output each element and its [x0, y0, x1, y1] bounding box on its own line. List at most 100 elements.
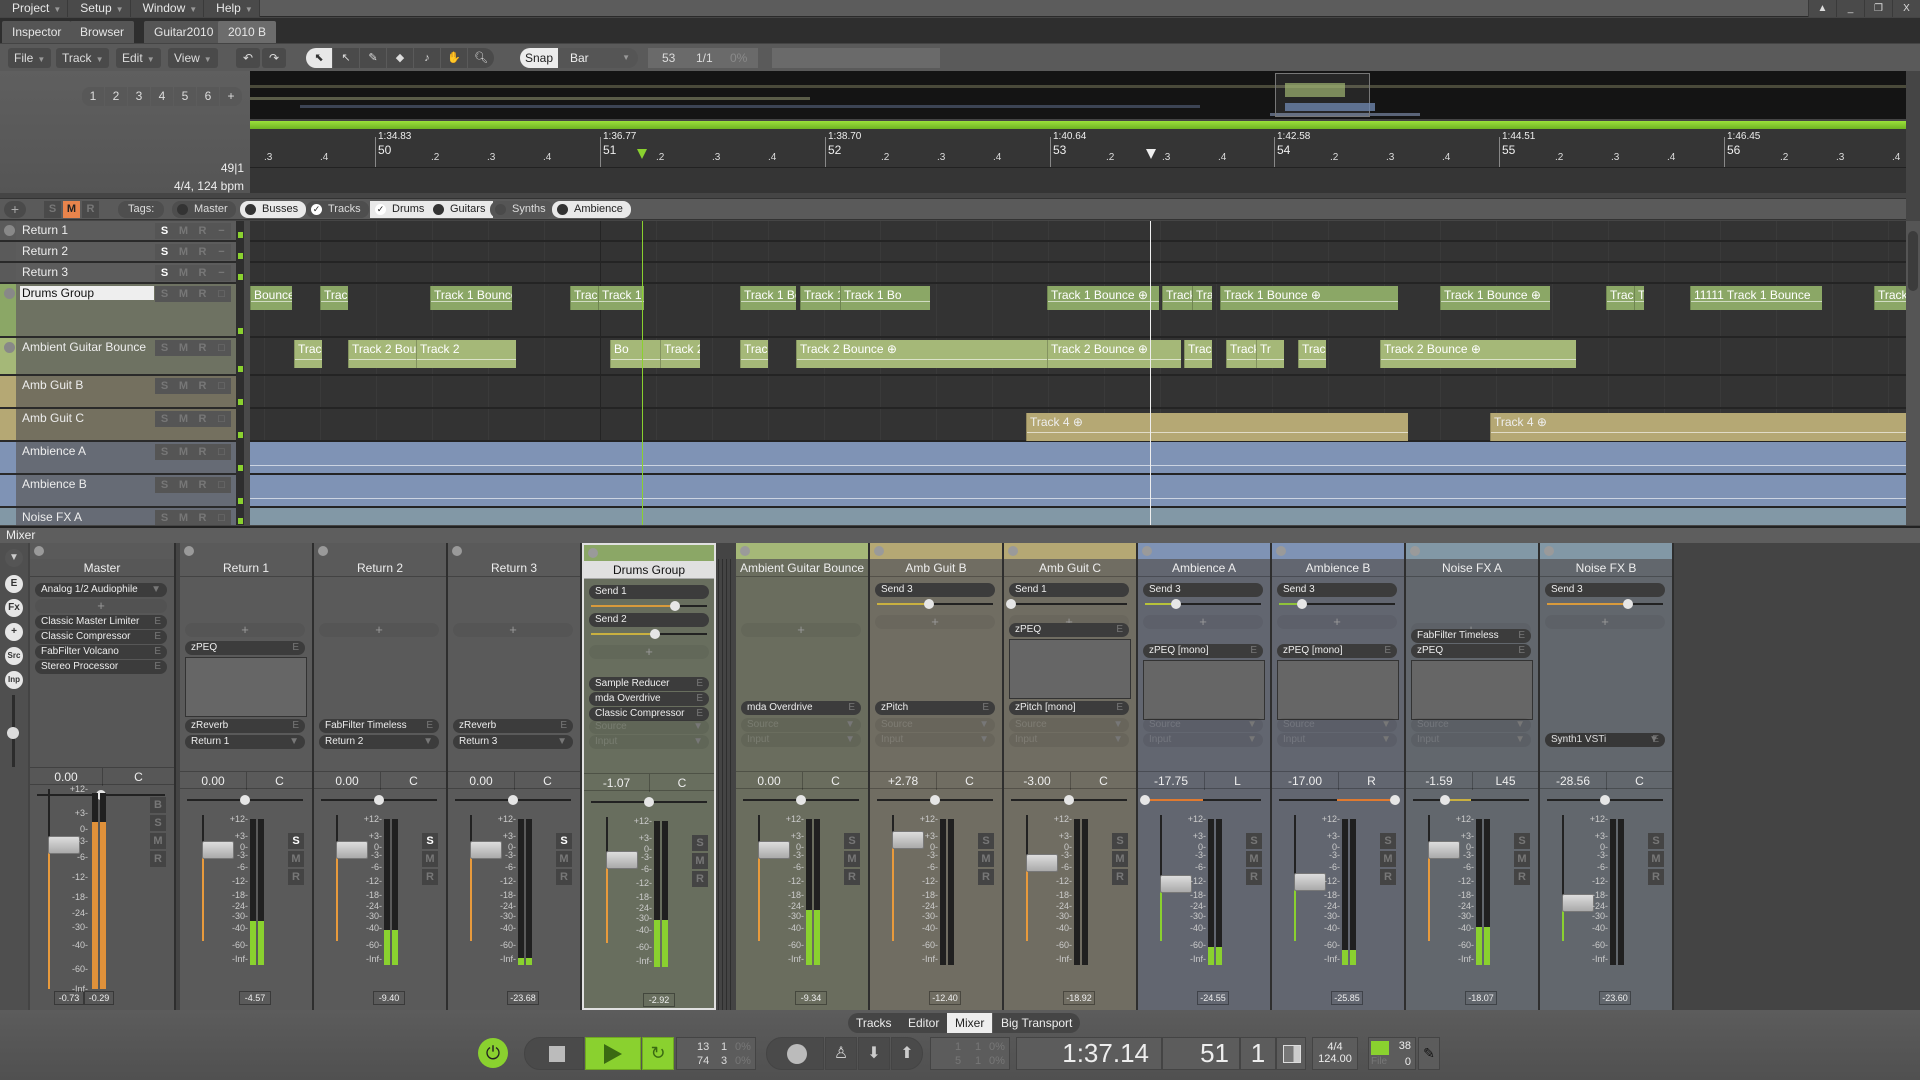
marker-1-button[interactable]: 1	[82, 87, 104, 106]
range-tool-button[interactable]: ↖	[333, 48, 359, 68]
play-button[interactable]	[585, 1037, 641, 1070]
send-knob[interactable]	[1623, 599, 1634, 609]
return-route-select[interactable]: Return 1 ▼	[185, 735, 305, 749]
track-mute-button[interactable]: M	[174, 411, 193, 427]
peak-readout[interactable]: -9.34	[795, 991, 827, 1005]
strip-solo-button[interactable]: S	[844, 833, 860, 849]
tag-synths[interactable]: Synths	[490, 201, 554, 218]
input-select[interactable]: Input ▼	[589, 735, 709, 749]
pan-value[interactable]: C	[802, 772, 868, 790]
track-mute-button[interactable]: M	[174, 265, 193, 281]
volume-value[interactable]: -3.00	[1004, 772, 1070, 790]
source-select[interactable]: Source ▼	[875, 718, 995, 732]
volume-value[interactable]: 0.00	[448, 772, 514, 790]
input-select[interactable]: Input ▼	[875, 733, 995, 747]
audio-clip[interactable]: Track 4 ⊕	[1490, 413, 1906, 441]
track-row[interactable]: Amb Guit C S M R □	[0, 409, 236, 442]
send-knob[interactable]	[1006, 599, 1016, 609]
add-insert-button[interactable]: +	[1545, 615, 1665, 629]
strip-record-button[interactable]: R	[692, 871, 708, 887]
peak-readout[interactable]: -18.07	[1465, 991, 1497, 1005]
hand-tool-button[interactable]: ✋	[441, 48, 467, 68]
edit-insert-button[interactable]: E	[1518, 644, 1525, 658]
insert-slot[interactable]: zPEQ [mono] E	[1143, 644, 1263, 658]
insert-slot[interactable]: Stereo Processor E	[35, 660, 167, 674]
global-record-button[interactable]: R	[82, 201, 99, 218]
strip-name[interactable]: Master	[30, 559, 174, 577]
volume-fader-track[interactable]	[758, 815, 760, 941]
horizontal-zoom-slider[interactable]	[772, 48, 940, 68]
track-mute-button[interactable]: M	[174, 340, 193, 356]
add-insert-button[interactable]: +	[185, 623, 305, 637]
edit-insert-button[interactable]: E	[292, 719, 299, 733]
source-select[interactable]: Source ▼	[1411, 718, 1531, 732]
audio-clip[interactable]: Bo	[610, 340, 660, 368]
global-solo-button[interactable]: S	[44, 201, 61, 218]
pan-value[interactable]: L	[1204, 772, 1270, 790]
strip-power-toggle[interactable]	[588, 548, 598, 558]
arrangement-view[interactable]: Bounce Track Track 1 Bounce Track Track 1 Bo…	[250, 221, 1906, 525]
audio-clip[interactable]: Track 1 Bo	[840, 286, 930, 310]
input-select[interactable]: Input ▼	[1545, 733, 1665, 747]
strip-record-button[interactable]: R	[1246, 869, 1262, 885]
audio-clip[interactable]: Track	[570, 286, 598, 310]
tab-project-guitar2010[interactable]: Guitar2010	[144, 21, 224, 43]
send-slot[interactable]: Send 3	[1545, 583, 1665, 597]
tag-ambience[interactable]: Ambience	[552, 201, 631, 218]
strip-record-button[interactable]: R	[1380, 869, 1396, 885]
show-input-button[interactable]: Inp	[5, 671, 23, 689]
insert-slot[interactable]: zReverb E	[453, 719, 573, 733]
metronome-button[interactable]: ♙	[825, 1037, 857, 1070]
send-level-slider[interactable]	[1279, 599, 1395, 609]
track-lane[interactable]	[250, 263, 1906, 284]
tab-inspector[interactable]: Inspector	[2, 21, 72, 43]
pan-slider[interactable]	[1011, 795, 1127, 805]
strip-name[interactable]: Ambient Guitar Bounce	[736, 559, 868, 577]
tag-drums[interactable]: ✓ Drums	[370, 201, 433, 218]
track-expand-button[interactable]: □	[212, 286, 231, 302]
strip-record-button[interactable]: R	[1112, 869, 1128, 885]
loop-range-bar[interactable]	[250, 121, 1906, 129]
audio-clip[interactable]: Track 1 Bounce ⊕	[1047, 286, 1159, 310]
peak-readout-left[interactable]: -0.73	[54, 991, 84, 1005]
track-record-button[interactable]: R	[193, 510, 212, 525]
eraser-tool-button[interactable]: ◆	[387, 48, 413, 68]
eq-curve-display[interactable]	[1277, 660, 1399, 720]
insert-slot[interactable]: FabFilter Timeless E	[1411, 629, 1531, 643]
peak-readout[interactable]: -18.92	[1063, 991, 1095, 1005]
view-tab-big-transport[interactable]: Big Transport	[993, 1013, 1081, 1033]
strip-power-toggle[interactable]	[318, 546, 328, 556]
pan-value[interactable]: C	[380, 772, 446, 790]
insert-slot[interactable]: mda Overdrive E	[589, 692, 709, 706]
audio-clip[interactable]: Track	[740, 340, 768, 368]
audio-clip[interactable]: Track	[1192, 286, 1212, 310]
pan-slider[interactable]	[743, 795, 859, 805]
track-menu-button[interactable]: Track ▼	[56, 48, 110, 68]
pan-value[interactable]: C	[102, 768, 174, 786]
audio-clip[interactable]: Track 2	[1184, 340, 1212, 368]
track-solo-button[interactable]: S	[155, 340, 174, 356]
global-mute-button[interactable]: M	[63, 201, 80, 218]
track-name[interactable]: Return 1	[22, 223, 68, 237]
volume-fader-track[interactable]	[336, 815, 338, 941]
tempo-display[interactable]: 4/4 124.00	[1312, 1037, 1358, 1070]
add-insert-button[interactable]: +	[1143, 615, 1263, 629]
track-monitor-toggle[interactable]	[4, 342, 15, 353]
strip-name[interactable]: Return 1	[180, 559, 312, 577]
track-row[interactable]: Return 1 S M R −	[0, 221, 236, 242]
pan-slider[interactable]	[591, 797, 707, 807]
track-row[interactable]: Noise FX A S M R □	[0, 508, 236, 525]
show-editors-button[interactable]: E	[5, 575, 23, 593]
edit-insert-button[interactable]: E	[426, 719, 433, 733]
peak-readout[interactable]: -23.60	[1599, 991, 1631, 1005]
audio-clip[interactable]: Tr	[1634, 286, 1644, 310]
track-solo-button[interactable]: S	[155, 265, 174, 281]
peak-readout[interactable]: -9.40	[373, 991, 405, 1005]
input-select[interactable]: Input ▼	[1277, 733, 1397, 747]
send-slot[interactable]: Send 3	[1143, 583, 1263, 597]
edit-insert-button[interactable]: E	[1250, 644, 1257, 658]
send-level-slider[interactable]	[591, 601, 707, 611]
source-select[interactable]: Source ▼	[741, 718, 861, 732]
edit-insert-button[interactable]: E	[154, 615, 161, 629]
time-display[interactable]: 1:37.14	[1016, 1037, 1162, 1070]
